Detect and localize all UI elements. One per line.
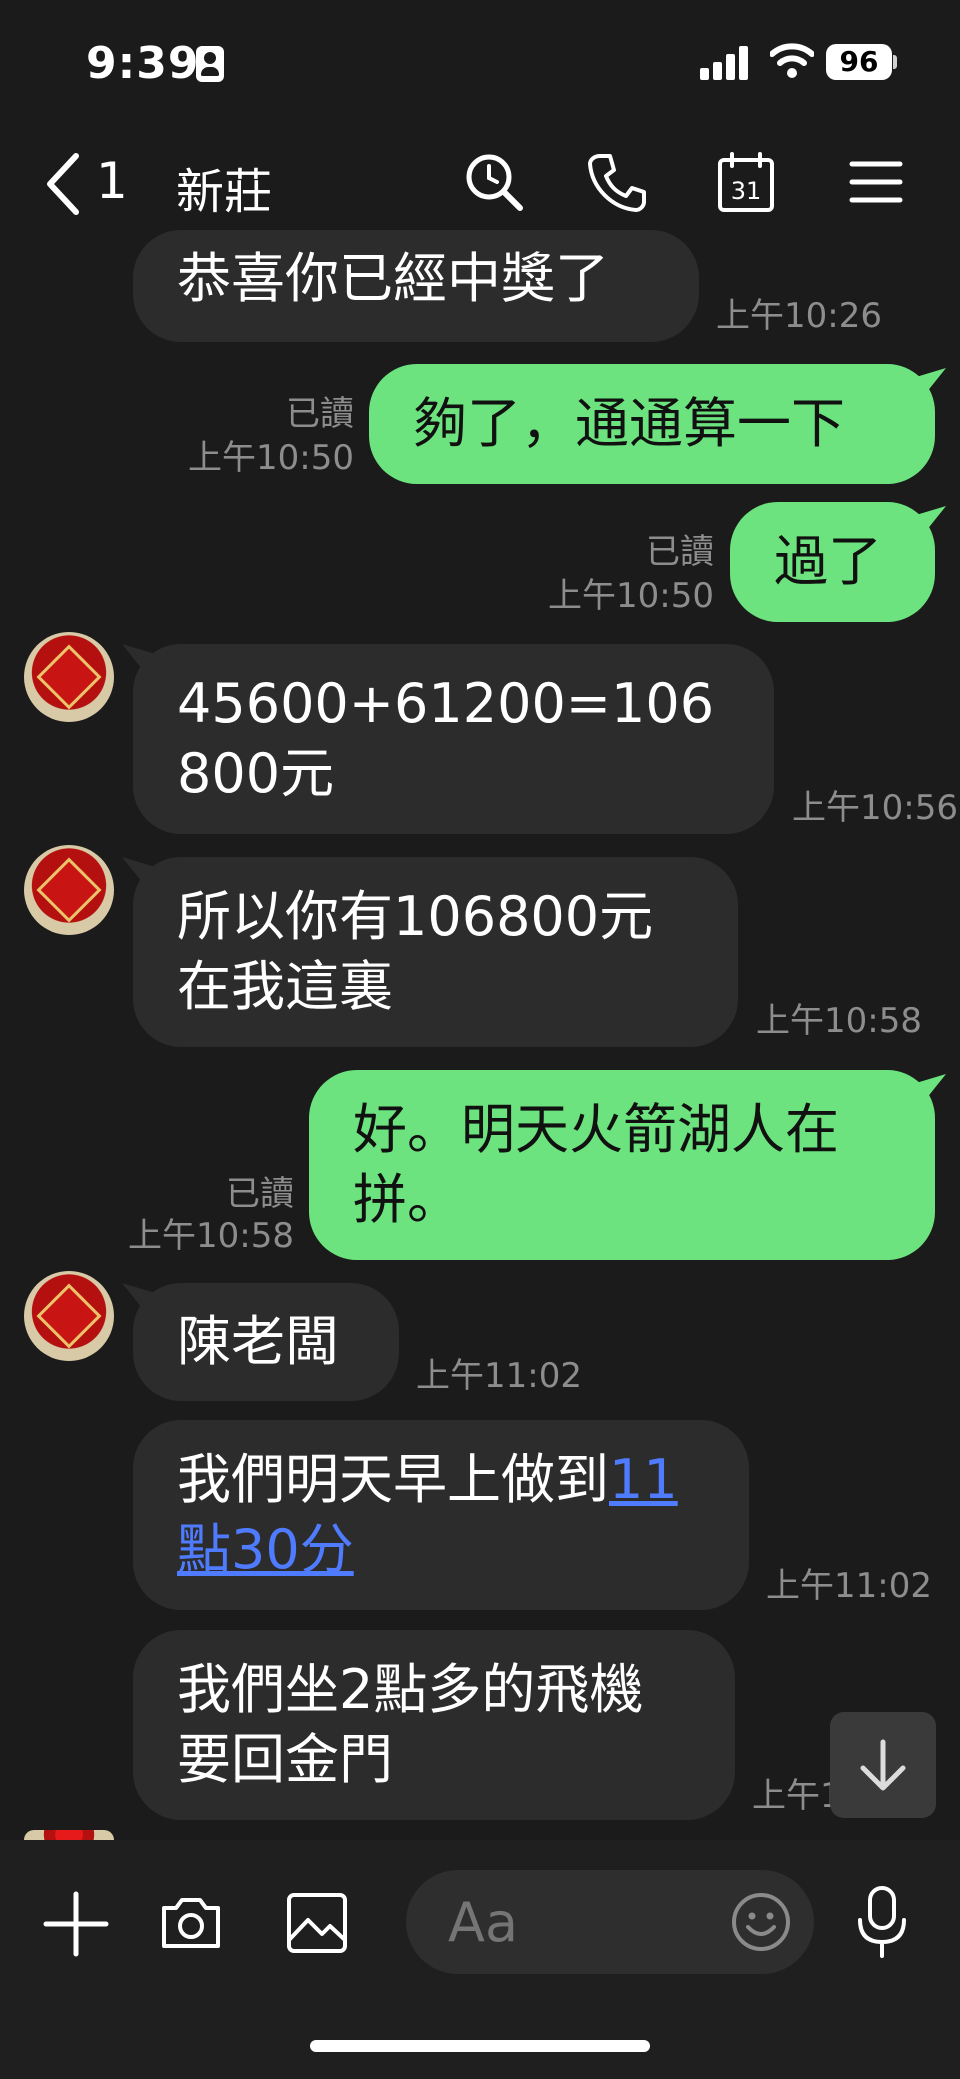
scroll-to-bottom-button[interactable] bbox=[830, 1712, 936, 1818]
emoji-icon[interactable] bbox=[730, 1891, 792, 1953]
cellular-signal-icon bbox=[700, 44, 750, 80]
message-text: 夠了，通通算一下 bbox=[413, 392, 845, 455]
message-time: 上午10:58 bbox=[756, 1001, 922, 1041]
message-bubble-incoming[interactable]: 我們坐2點多的飛機 要回金門 bbox=[133, 1630, 735, 1820]
message-time: 上午11:02 bbox=[416, 1356, 582, 1396]
chat-title[interactable]: 新莊 bbox=[176, 152, 272, 222]
message-time: 上午10:50 bbox=[188, 438, 354, 478]
svg-text:31: 31 bbox=[731, 177, 762, 205]
back-chevron-icon[interactable] bbox=[42, 150, 86, 218]
message-text: 45600+61200=106 800元 bbox=[177, 672, 715, 805]
message-text: 陳老闆 bbox=[177, 1310, 339, 1373]
contact-avatar[interactable] bbox=[24, 632, 114, 722]
message-text: 所以你有106800元 在我這裏 bbox=[177, 885, 654, 1018]
status-time: 9:39 bbox=[86, 38, 200, 89]
message-bubble-incoming[interactable]: 所以你有106800元 在我這裏 bbox=[133, 857, 738, 1047]
message-bubble-incoming[interactable]: 我們明天早上做到11 點30分 bbox=[133, 1420, 749, 1610]
message-text-before-link: 我們明天早上做到 bbox=[177, 1448, 609, 1511]
camera-icon[interactable] bbox=[158, 1890, 224, 1956]
message-time: 上午10:26 bbox=[716, 296, 882, 336]
image-icon[interactable] bbox=[284, 1890, 350, 1956]
message-bubble-outgoing[interactable]: 好。明天火箭湖人在 拼。 bbox=[309, 1070, 935, 1260]
wifi-icon bbox=[770, 43, 814, 78]
message-text: 恭喜你已經中獎了 bbox=[177, 247, 609, 310]
message-bubble-incoming[interactable]: 陳老闆 bbox=[133, 1283, 399, 1401]
message-text: 好。明天火箭湖人在 拼。 bbox=[353, 1098, 839, 1231]
message-time: 上午1 bbox=[752, 1776, 842, 1816]
message-time: 上午11:02 bbox=[766, 1566, 932, 1606]
contact-card-icon bbox=[196, 46, 224, 82]
contact-avatar bbox=[24, 1830, 114, 1840]
battery-tip bbox=[893, 55, 897, 69]
message-bubble-incoming[interactable]: 恭喜你已經中獎了 bbox=[133, 230, 699, 342]
menu-icon[interactable] bbox=[844, 150, 908, 214]
message-text: 過了 bbox=[774, 530, 882, 593]
unread-count[interactable]: 1 bbox=[96, 152, 128, 210]
message-time: 上午10:50 bbox=[548, 576, 714, 616]
phone-icon[interactable] bbox=[586, 150, 650, 214]
message-text: 我們明天早上做到11 點30分 bbox=[177, 1445, 705, 1585]
message-time: 上午10:58 bbox=[128, 1216, 294, 1256]
microphone-icon[interactable] bbox=[852, 1884, 912, 1960]
message-bubble-outgoing[interactable]: 過了 bbox=[730, 502, 935, 622]
contact-avatar[interactable] bbox=[24, 1271, 114, 1361]
home-indicator bbox=[310, 2040, 650, 2052]
contact-avatar[interactable] bbox=[24, 845, 114, 935]
plus-icon[interactable] bbox=[42, 1890, 110, 1958]
read-receipt: 已讀 bbox=[646, 532, 714, 572]
search-icon[interactable] bbox=[462, 150, 526, 214]
message-time: 上午10:56 bbox=[792, 788, 958, 828]
message-bubble-outgoing[interactable]: 夠了，通通算一下 bbox=[369, 364, 935, 484]
read-receipt: 已讀 bbox=[286, 394, 354, 434]
message-text: 我們坐2點多的飛機 要回金門 bbox=[177, 1658, 644, 1791]
battery-indicator: 96 bbox=[826, 44, 892, 80]
message-bubble-incoming[interactable]: 45600+61200=106 800元 bbox=[133, 644, 774, 834]
calendar-icon[interactable]: 31 bbox=[714, 150, 778, 214]
arrow-down-icon bbox=[860, 1739, 906, 1791]
